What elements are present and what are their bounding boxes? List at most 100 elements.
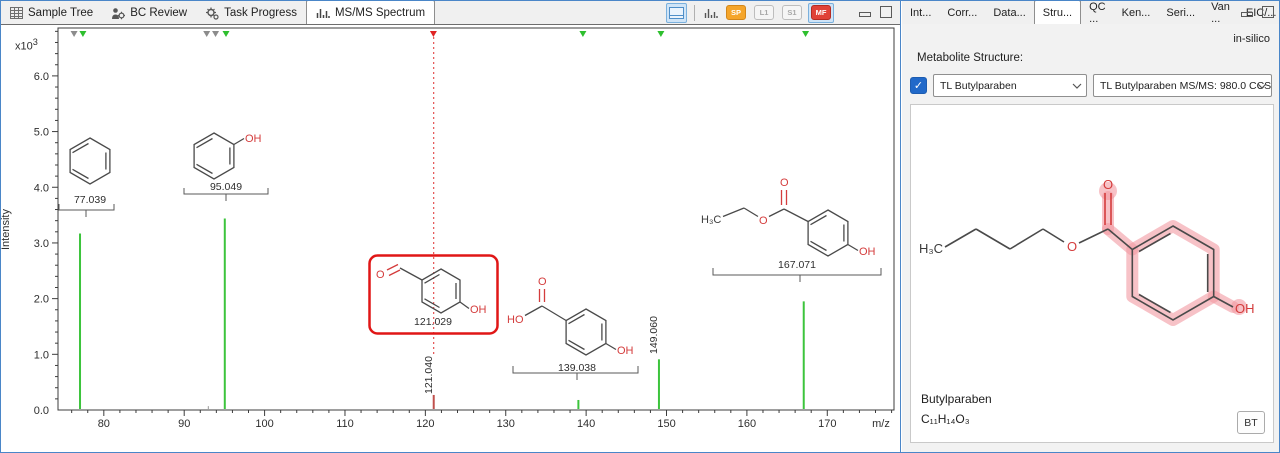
tab-qc[interactable]: QC ...: [1081, 2, 1114, 24]
spectrum-select[interactable]: TL Butylparaben MS/MS: 980.0 CCS: 0.4: [1093, 74, 1272, 97]
right-tabbar: Int... Corr... Data... Stru... QC ... Ke…: [902, 1, 1280, 24]
tab-corr[interactable]: Corr...: [939, 2, 985, 24]
structure-controls: ✓ TL Butylparaben TL Butylparaben MS/MS:…: [910, 74, 1272, 97]
tab-label: Task Progress: [224, 7, 297, 19]
dock-panel-button[interactable]: [666, 3, 687, 23]
structure-viewer[interactable]: H₃C O O OH Butylparaben C₁₁H₁₄O₃ BT: [910, 104, 1274, 443]
app-window: Sample Tree BC Review: [0, 0, 1280, 453]
metabolite-select[interactable]: TL Butylparaben: [933, 74, 1087, 97]
minimize-icon[interactable]: [1241, 12, 1253, 17]
tab-van[interactable]: Van ...: [1203, 2, 1238, 24]
svg-text:140: 140: [577, 418, 595, 430]
maximize-icon[interactable]: [1262, 6, 1274, 18]
svg-text:130: 130: [497, 418, 515, 430]
mf-toggle-button[interactable]: MF: [808, 3, 834, 23]
spectrum-view-button[interactable]: [702, 4, 720, 22]
panel-layout-icon: [669, 7, 684, 19]
o-atom-label: O: [1067, 239, 1077, 254]
svg-text:m/z: m/z: [872, 418, 890, 430]
tab-series[interactable]: Seri...: [1158, 2, 1203, 24]
fragment-highlight: [1099, 182, 1247, 320]
y-scale-label: x103: [15, 37, 38, 53]
toolbar-separator: [694, 5, 695, 21]
structure-bonds: [945, 193, 1233, 320]
oh-atom-label: OH: [859, 246, 876, 258]
svg-text:2.0: 2.0: [34, 294, 49, 306]
tab-task-progress[interactable]: Task Progress: [196, 2, 306, 24]
tab-sample-tree[interactable]: Sample Tree: [1, 2, 102, 24]
table-grid-icon: [10, 7, 23, 19]
tab-label: BC Review: [130, 7, 187, 19]
svg-text:100: 100: [255, 418, 273, 430]
compound-formula: C₁₁H₁₄O₃: [921, 412, 970, 426]
structure-hydroxybenzaldehyde: [387, 265, 469, 314]
y-axis-title: Intensity: [0, 209, 12, 250]
sp-toggle-button[interactable]: SP: [724, 4, 748, 22]
tab-int[interactable]: Int...: [902, 2, 939, 24]
structure-benzene: [70, 138, 110, 184]
svg-text:170: 170: [818, 418, 836, 430]
svg-text:150: 150: [657, 418, 675, 430]
h3c-atom-label: H₃C: [701, 214, 721, 226]
peak-label-121: 121.029: [401, 316, 465, 328]
svg-text:160: 160: [738, 418, 756, 430]
structure-phenol: [194, 133, 244, 179]
mf-badge-icon: MF: [811, 5, 831, 20]
svg-text:6.0: 6.0: [34, 71, 49, 83]
l1-badge-icon: L1: [754, 5, 774, 20]
metabolite-structure-label: Metabolite Structure:: [917, 52, 1023, 64]
h3c-atom-label: H₃C: [919, 241, 943, 256]
o-atom-label: O: [1103, 177, 1113, 192]
peak-label-95: 95.049: [194, 181, 258, 193]
msms-spectrum-chart[interactable]: x103 Intensity 8090100110120130140150160…: [1, 24, 900, 452]
o-atom-label: O: [538, 276, 547, 288]
o-atom-label: O: [780, 177, 789, 189]
tab-data[interactable]: Data...: [985, 2, 1033, 24]
oh-atom-label: OH: [1235, 301, 1255, 316]
o-atom-label: O: [759, 215, 768, 227]
svg-text:120: 120: [416, 418, 434, 430]
fragment-structures-layer: OH O OH: [1, 2, 900, 453]
chevron-down-icon: [1072, 83, 1082, 89]
spectrum-bars-icon: [704, 7, 718, 19]
sp-badge-icon: SP: [726, 5, 746, 20]
svg-text:110: 110: [336, 418, 354, 430]
tab-label: MS/MS Spectrum: [335, 7, 425, 19]
chevron-down-icon: [1257, 83, 1267, 89]
tab-structure[interactable]: Stru...: [1034, 0, 1081, 24]
tab-msms-spectrum[interactable]: MS/MS Spectrum: [306, 0, 435, 24]
metabolite-checkbox[interactable]: ✓: [910, 77, 927, 94]
person-gear-icon: [111, 7, 125, 20]
butylparaben-structure: H₃C O O OH: [911, 105, 1271, 385]
maximize-icon[interactable]: [880, 6, 892, 18]
tab-kendrick[interactable]: Ken...: [1114, 2, 1159, 24]
spectrum-bars-icon: [316, 7, 330, 19]
o-atom-label: O: [376, 269, 385, 281]
s1-toggle-button[interactable]: S1: [780, 4, 804, 22]
oh-atom-label: OH: [245, 133, 262, 145]
svg-text:4.0: 4.0: [34, 182, 49, 194]
peak-label-167: 167.071: [765, 259, 829, 271]
svg-text:1.0: 1.0: [34, 349, 49, 361]
bt-button[interactable]: BT: [1237, 411, 1265, 434]
tab-bc-review[interactable]: BC Review: [102, 2, 196, 24]
spectrum-toolbar: SP L1 S1 MF: [666, 3, 834, 22]
svg-text:0.0: 0.0: [34, 405, 49, 417]
svg-text:80: 80: [98, 418, 110, 430]
left-tabbar: Sample Tree BC Review: [1, 1, 900, 24]
l1-toggle-button[interactable]: L1: [752, 4, 776, 22]
structure-panel: Int... Corr... Data... Stru... QC ... Ke…: [902, 1, 1280, 452]
ho-atom-label: HO: [507, 314, 524, 326]
right-window-buttons: [1241, 6, 1274, 18]
minimize-icon[interactable]: [859, 12, 871, 17]
peak-label-77: 77.039: [58, 194, 122, 206]
oh-atom-label: OH: [617, 345, 634, 357]
peak-label-149: 149.060: [648, 316, 660, 354]
s1-badge-icon: S1: [782, 5, 802, 20]
selected-mz-label: 121.040: [423, 356, 435, 394]
spectrum-select-value: TL Butylparaben MS/MS: 980.0 CCS: 0.4: [1100, 80, 1272, 92]
peak-label-139: 139.038: [545, 362, 609, 374]
tab-label: Sample Tree: [28, 7, 93, 19]
in-silico-label: in-silico: [1233, 33, 1270, 45]
spectrum-plot: 8090100110120130140150160170m/z0.01.02.0…: [1, 2, 900, 453]
